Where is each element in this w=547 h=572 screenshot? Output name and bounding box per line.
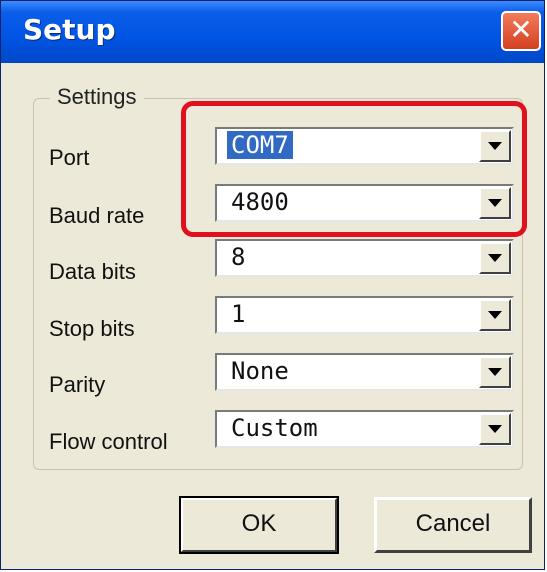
data-bits-value: 8 [231, 243, 246, 271]
data-bits-dropdown-button[interactable] [479, 242, 511, 274]
stop-bits-value: 1 [231, 300, 246, 328]
close-icon: ✕ [509, 13, 533, 46]
highlight-annotation-box [181, 101, 527, 237]
flow-control-label: Flow control [49, 429, 168, 454]
baud-rate-label: Baud rate [49, 203, 145, 228]
port-label: Port [49, 145, 90, 170]
flow-control-combobox[interactable]: Custom [215, 410, 514, 448]
flow-control-dropdown-button[interactable] [479, 413, 511, 445]
chevron-down-icon [488, 425, 502, 433]
chevron-down-icon [488, 254, 502, 262]
parity-label: Parity [49, 372, 106, 397]
close-button[interactable]: ✕ [501, 11, 541, 51]
title-bar[interactable]: Setup ✕ [1, 1, 544, 63]
stop-bits-combobox[interactable]: 1 [215, 296, 514, 334]
cancel-button[interactable]: Cancel [374, 497, 532, 553]
settings-group-label: Settings [50, 84, 144, 110]
flow-control-value: Custom [231, 414, 318, 442]
window-title: Setup [23, 13, 116, 46]
ok-button[interactable]: OK [179, 496, 339, 554]
parity-combobox[interactable]: None [215, 353, 514, 391]
chevron-down-icon [488, 368, 502, 376]
stop-bits-label: Stop bits [49, 316, 135, 341]
chevron-down-icon [488, 311, 502, 319]
stop-bits-dropdown-button[interactable] [479, 299, 511, 331]
data-bits-combobox[interactable]: 8 [215, 239, 514, 277]
parity-dropdown-button[interactable] [479, 356, 511, 388]
parity-value: None [231, 357, 289, 385]
data-bits-label: Data bits [49, 259, 136, 284]
